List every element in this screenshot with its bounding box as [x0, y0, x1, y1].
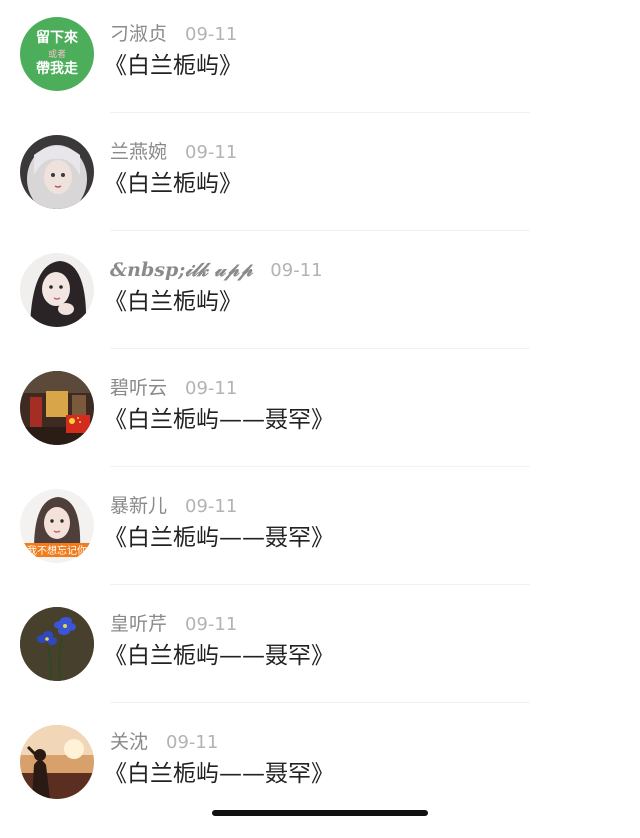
list-item[interactable]: &nbsp;𝒾𝓁𝓀 𝓊𝓅𝓅 09-11 《白兰栀屿》 — [0, 248, 640, 366]
user-name[interactable]: &nbsp;𝒾𝓁𝓀 𝓊𝓅𝓅 — [110, 259, 252, 281]
comment-meta: 刁淑贞 09-11 — [110, 20, 237, 48]
avatar-text-line3: 帶我走 — [36, 61, 79, 77]
avatar[interactable]: 我不想忘记你 — [20, 489, 94, 563]
avatar-image — [20, 253, 94, 327]
comment-date: 09-11 — [185, 378, 238, 399]
comment-date: 09-11 — [185, 614, 238, 635]
user-name[interactable]: 碧听云 — [110, 377, 167, 399]
avatar[interactable] — [20, 371, 94, 445]
comment-text[interactable]: 《白兰栀屿——聂罕》 — [104, 404, 334, 436]
list-item[interactable]: 皇听芹 09-11 《白兰栀屿——聂罕》 — [0, 602, 640, 720]
comment-date: 09-11 — [185, 24, 238, 45]
comment-meta: 兰燕婉 09-11 — [110, 138, 237, 166]
comment-date: 09-11 — [166, 732, 219, 753]
comment-text[interactable]: 《白兰栀屿——聂罕》 — [104, 758, 334, 790]
avatar-image: 留下來 或者 帶我走 — [20, 17, 94, 91]
list-item[interactable]: 兰燕婉 09-11 《白兰栀屿》 — [0, 130, 640, 248]
comment-date: 09-11 — [185, 496, 238, 517]
comment-meta: 碧听云 09-11 — [110, 374, 237, 402]
avatar[interactable] — [20, 135, 94, 209]
comment-text[interactable]: 《白兰栀屿》 — [104, 286, 242, 318]
avatar-text-line1: 留下來 — [36, 29, 78, 46]
avatar-image: 我不想忘记你 — [20, 489, 94, 563]
list-item[interactable]: 留下來 或者 帶我走 刁淑贞 09-11 《白兰栀屿》 — [0, 12, 640, 130]
avatar-image — [20, 371, 94, 445]
user-name[interactable]: 暴新儿 — [110, 495, 167, 517]
avatar[interactable] — [20, 725, 94, 799]
divider — [110, 702, 530, 703]
avatar-image — [20, 725, 94, 799]
avatar-image — [20, 135, 94, 209]
avatar[interactable] — [20, 607, 94, 681]
comment-text[interactable]: 《白兰栀屿——聂罕》 — [104, 522, 334, 554]
avatar-banner-text: 我不想忘记你 — [27, 544, 87, 557]
comment-meta: 暴新儿 09-11 — [110, 492, 237, 520]
divider — [110, 466, 530, 467]
user-name[interactable]: 皇听芹 — [110, 613, 167, 635]
avatar-text-line2: 或者 — [48, 48, 66, 60]
divider — [110, 348, 530, 349]
comment-meta: 关沈 09-11 — [110, 728, 218, 756]
comment-meta: &nbsp;𝒾𝓁𝓀 𝓊𝓅𝓅 09-11 — [110, 256, 323, 284]
divider — [110, 230, 530, 231]
divider — [110, 112, 530, 113]
comment-date: 09-11 — [270, 260, 323, 281]
user-name[interactable]: 兰燕婉 — [110, 141, 167, 163]
list-item[interactable]: 我不想忘记你 暴新儿 09-11 《白兰栀屿——聂罕》 — [0, 484, 640, 602]
avatar[interactable] — [20, 253, 94, 327]
user-name[interactable]: 关沈 — [110, 731, 148, 753]
comment-text[interactable]: 《白兰栀屿》 — [104, 50, 242, 82]
list-item[interactable]: 关沈 09-11 《白兰栀屿——聂罕》 — [0, 720, 640, 838]
avatar-image — [20, 607, 94, 681]
avatar[interactable]: 留下來 或者 帶我走 — [20, 17, 94, 91]
comment-meta: 皇听芹 09-11 — [110, 610, 237, 638]
comment-text[interactable]: 《白兰栀屿——聂罕》 — [104, 640, 334, 672]
home-indicator[interactable] — [212, 810, 428, 816]
list-item[interactable]: 碧听云 09-11 《白兰栀屿——聂罕》 — [0, 366, 640, 484]
user-name[interactable]: 刁淑贞 — [110, 23, 167, 45]
comment-text[interactable]: 《白兰栀屿》 — [104, 168, 242, 200]
divider — [110, 584, 530, 585]
comment-date: 09-11 — [185, 142, 238, 163]
